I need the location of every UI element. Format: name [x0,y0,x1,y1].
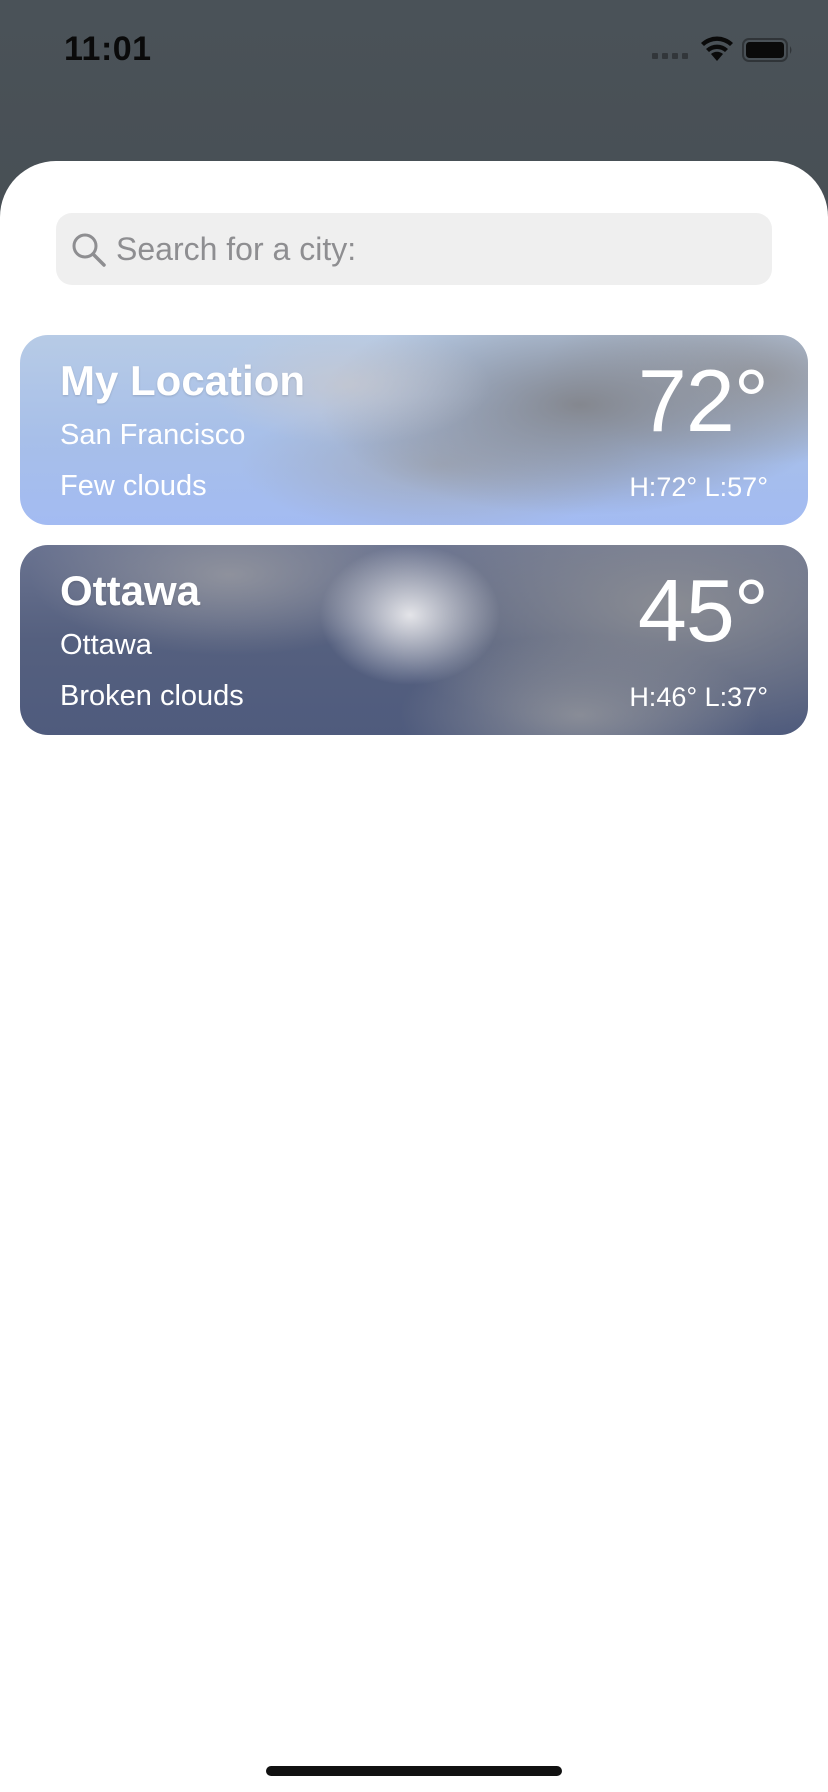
battery-icon [742,38,792,62]
weather-app-screen: 11:01 My Location San Francisco F [0,0,828,1792]
location-title: My Location [60,357,306,404]
search-input[interactable] [116,213,756,285]
cellular-icon [652,53,688,59]
weather-condition: Broken clouds [60,680,244,712]
location-title: Ottawa [60,567,201,614]
wifi-icon [701,36,733,61]
search-icon [72,233,106,267]
location-city: Ottawa [60,629,152,661]
location-card-ottawa[interactable]: Ottawa Ottawa Broken clouds 45° H:46° L:… [20,545,808,735]
location-card-my-location[interactable]: My Location San Francisco Few clouds 72°… [20,335,808,525]
current-temperature: 72° [637,351,769,450]
search-bar[interactable] [56,213,772,285]
location-city: San Francisco [60,419,246,451]
high-low-temperature: H:46° L:37° [629,682,768,712]
locations-sheet: My Location San Francisco Few clouds 72°… [0,161,828,1792]
weather-condition: Few clouds [60,470,207,502]
home-indicator[interactable] [266,1766,562,1776]
status-time: 11:01 [64,30,152,68]
high-low-temperature: H:72° L:57° [629,472,768,502]
current-temperature: 45° [637,561,769,660]
status-bar: 11:01 [0,0,828,100]
